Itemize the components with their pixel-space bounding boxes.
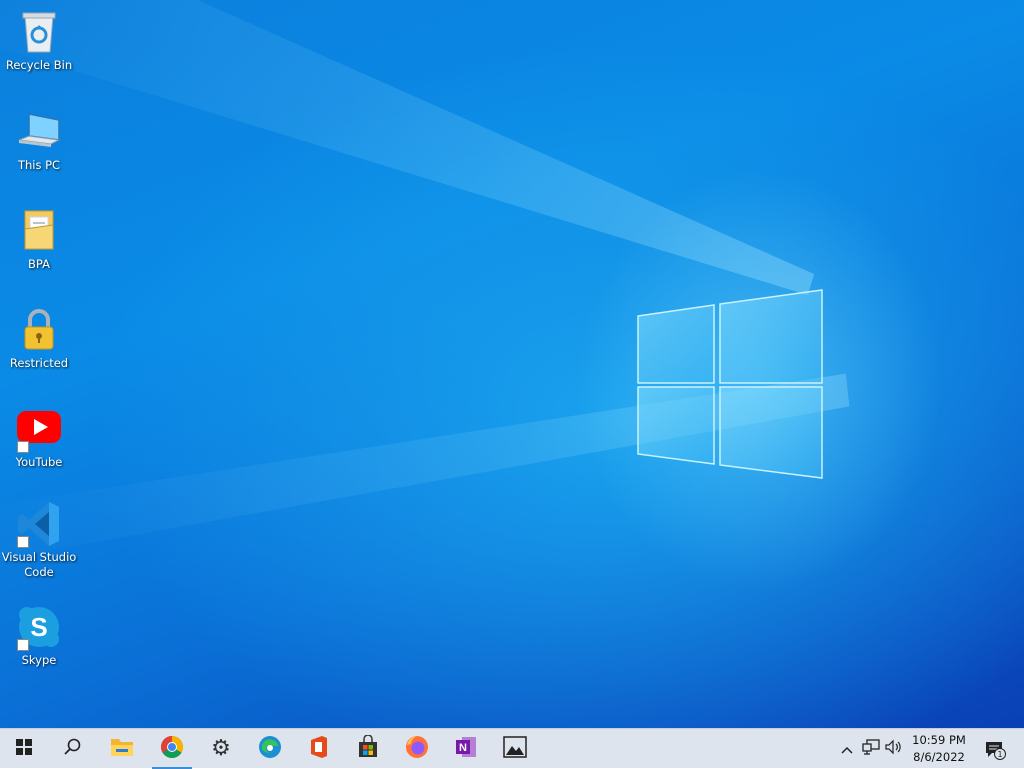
desktop-icon-label: This PC: [17, 158, 61, 172]
taskbar-edge[interactable]: [246, 729, 294, 769]
store-icon: [357, 734, 379, 763]
desktop-icon-visual-studio-code[interactable]: Visual Studio Code: [1, 500, 77, 580]
desktop-icon-label: Restricted: [9, 356, 69, 370]
notification-count-badge: 1: [994, 748, 1006, 760]
firefox-icon: [405, 735, 429, 763]
office-icon: [308, 735, 330, 763]
desktop[interactable]: Recycle Bin This PC BPA Restricted YouTu…: [0, 0, 1024, 728]
search-icon: [62, 737, 82, 761]
network-button[interactable]: [861, 739, 881, 759]
shortcut-arrow-icon: [17, 639, 29, 651]
taskbar-chrome[interactable]: [148, 729, 196, 769]
taskbar-photos[interactable]: [491, 729, 539, 769]
action-center-button[interactable]: 1: [982, 739, 1006, 760]
taskbar-store[interactable]: [344, 729, 392, 769]
computer-icon: [15, 108, 63, 156]
start-button[interactable]: [0, 729, 48, 769]
show-hidden-icons-button[interactable]: [837, 739, 857, 759]
desktop-icon-label: Recycle Bin: [5, 58, 73, 72]
chevron-up-icon: [840, 740, 854, 759]
desktop-icon-skype[interactable]: S Skype: [1, 603, 77, 668]
shortcut-arrow-icon: [17, 441, 29, 453]
notification-icon: 1: [984, 739, 1006, 760]
desktop-icon-label: Skype: [21, 653, 57, 667]
speaker-icon: [885, 739, 903, 759]
desktop-icon-recycle-bin[interactable]: Recycle Bin: [1, 8, 77, 73]
volume-button[interactable]: [884, 739, 904, 759]
svg-text:S: S: [30, 612, 47, 642]
chrome-icon: [160, 735, 184, 763]
taskbar-office[interactable]: [295, 729, 343, 769]
taskbar: ⚙ N 10:59 PM 8/6/2022 1: [0, 728, 1024, 769]
edge-icon: [258, 735, 282, 763]
clock-date: 8/6/2022: [913, 750, 965, 764]
recycle-bin-icon: [15, 8, 63, 56]
network-icon: [862, 739, 880, 759]
settings-icon: ⚙: [211, 736, 231, 761]
shortcut-arrow-icon: [17, 536, 29, 548]
taskbar-onenote[interactable]: N: [442, 729, 490, 769]
desktop-icon-bpa[interactable]: BPA: [1, 207, 77, 272]
onenote-icon: N: [454, 735, 478, 763]
file-explorer-icon: [110, 736, 134, 762]
clock-time: 10:59 PM: [912, 733, 966, 747]
taskbar-firefox[interactable]: [393, 729, 441, 769]
search-button[interactable]: [48, 729, 96, 769]
start-icon: [15, 738, 33, 760]
svg-text:N: N: [459, 742, 467, 754]
windows-logo-wallpaper: [637, 289, 823, 479]
taskbar-settings[interactable]: ⚙: [197, 729, 245, 769]
desktop-icon-label: YouTube: [15, 455, 63, 469]
desktop-icon-restricted[interactable]: Restricted: [1, 306, 77, 371]
skype-icon: S: [15, 603, 63, 651]
desktop-icon-label: BPA: [28, 257, 50, 271]
vscode-icon: [15, 500, 63, 548]
desktop-icon-label: Visual Studio Code: [1, 550, 77, 579]
desktop-icon-this-pc[interactable]: This PC: [1, 108, 77, 173]
taskbar-file-explorer[interactable]: [98, 729, 146, 769]
photos-icon: [503, 736, 527, 762]
clock[interactable]: 10:59 PM 8/6/2022: [908, 732, 970, 766]
folder-icon: [15, 207, 63, 255]
light-beam: [0, 0, 872, 295]
desktop-icon-youtube[interactable]: YouTube: [1, 405, 77, 470]
youtube-icon: [15, 405, 63, 453]
lock-icon: [15, 306, 63, 354]
